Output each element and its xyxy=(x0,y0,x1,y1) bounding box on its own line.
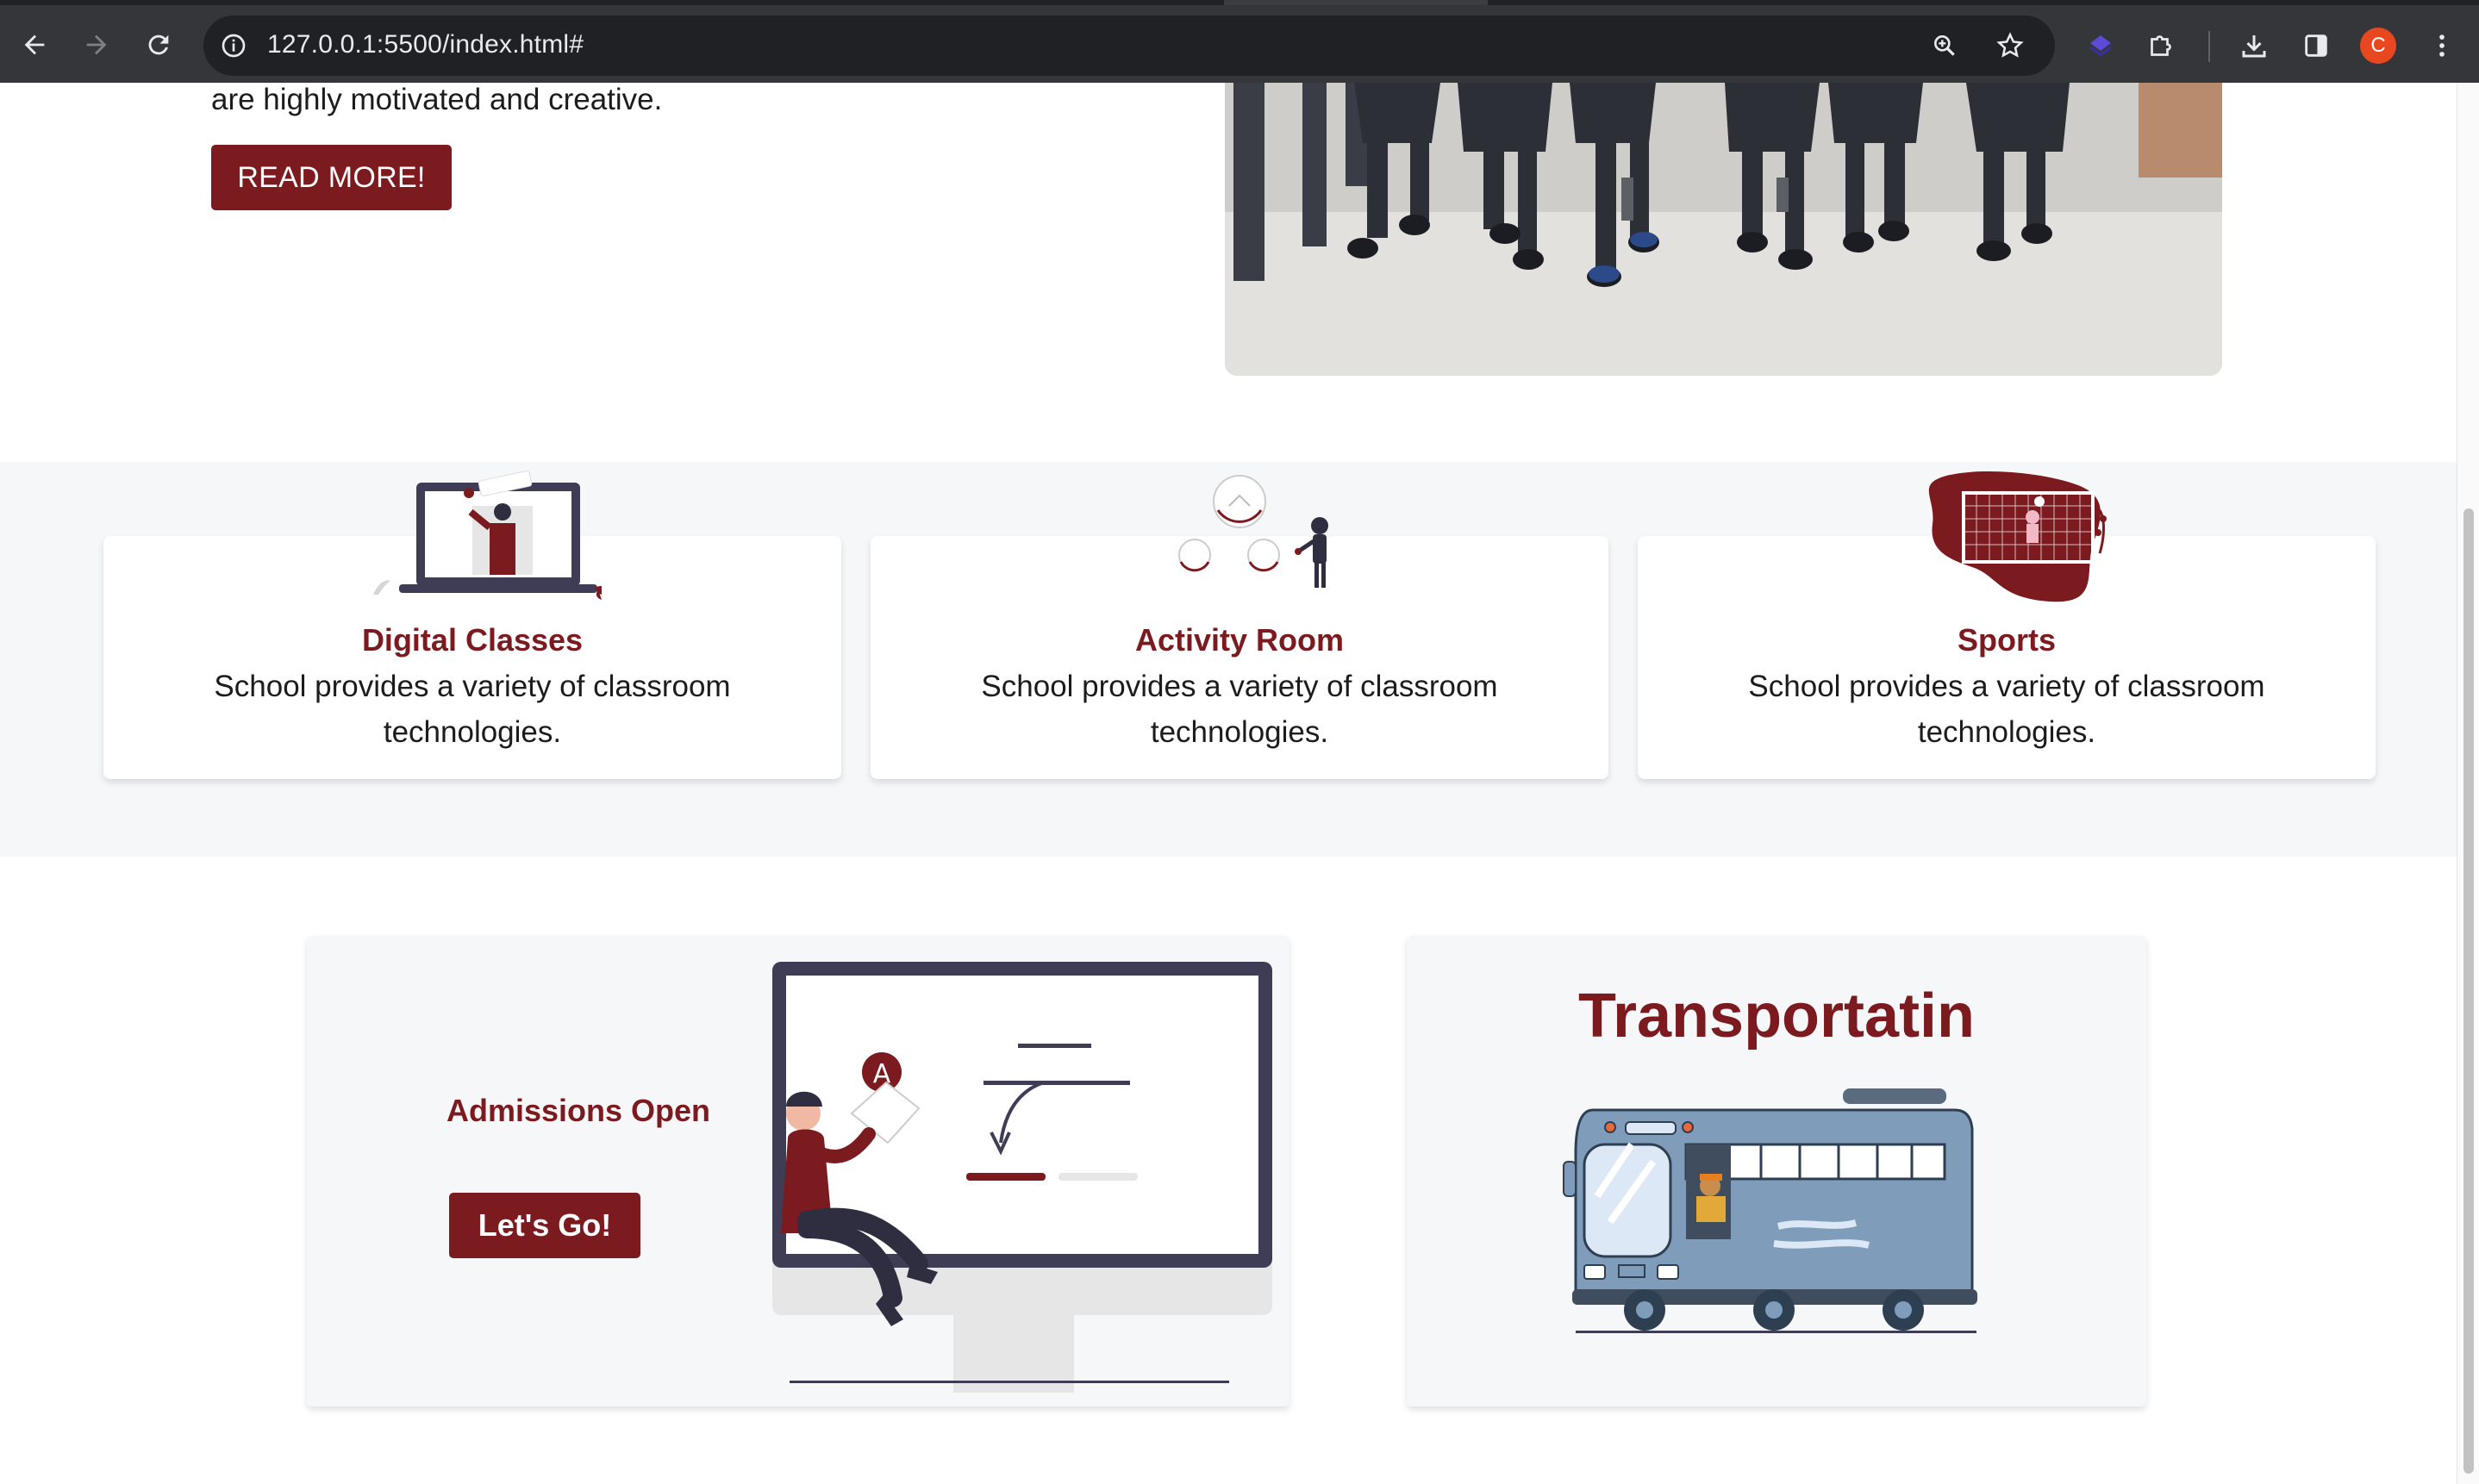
features-section: Digital Classes School provides a variet… xyxy=(0,462,2457,857)
url-text[interactable]: 127.0.0.1:5500/index.html# xyxy=(267,30,584,59)
feature-card-digital-classes[interactable]: Digital Classes School provides a variet… xyxy=(103,471,841,779)
toolbar-separator xyxy=(2208,31,2210,62)
scrollbar-thumb[interactable] xyxy=(2463,508,2474,1474)
back-button[interactable] xyxy=(14,24,55,65)
hero-text: are highly motivated and creative. xyxy=(211,83,663,116)
back-icon xyxy=(24,34,45,55)
feature-title: Activity Room xyxy=(1134,622,1345,658)
browser-toolbar: 127.0.0.1:5500/index.html# C xyxy=(0,0,2479,83)
profile-avatar[interactable]: C xyxy=(2360,28,2396,64)
feature-card-activity-room[interactable]: Activity Room School provides a variety … xyxy=(871,475,1608,779)
feature-description: School provides a variety of classroom t… xyxy=(1748,670,2265,749)
lets-go-button[interactable]: Let's Go! xyxy=(449,1193,640,1258)
menu-icon[interactable] xyxy=(2422,26,2462,65)
students-running-photo xyxy=(1225,83,2222,376)
soccer-goal-icon xyxy=(1928,471,2107,602)
bus-illustration xyxy=(1563,1088,1977,1333)
transportation-card: Transportatin xyxy=(1407,936,2146,1406)
reload-button[interactable] xyxy=(138,24,179,65)
feature-title: Digital Classes xyxy=(361,622,584,658)
reload-icon xyxy=(148,34,169,55)
admissions-card: Admissions Open Let's Go! A xyxy=(307,936,1289,1406)
side-panel-icon[interactable] xyxy=(2296,26,2336,65)
puzzle-icon[interactable] xyxy=(2141,26,2181,65)
download-icon[interactable] xyxy=(2234,26,2274,65)
extension-icon[interactable] xyxy=(2081,26,2120,65)
forward-button[interactable] xyxy=(76,24,117,65)
active-tab-edge xyxy=(1224,0,1488,5)
site-info-icon[interactable] xyxy=(214,26,253,65)
address-bar[interactable]: 127.0.0.1:5500/index.html# xyxy=(203,16,2055,76)
feature-card-sports[interactable]: Sports School provides a variety of clas… xyxy=(1638,471,2376,779)
feature-title: Sports xyxy=(1957,622,2056,658)
activity-circles-icon xyxy=(1178,475,1328,588)
student-monitor-illustration: A xyxy=(772,962,1272,1393)
forward-icon xyxy=(86,34,107,55)
admissions-title: Admissions Open xyxy=(446,1093,711,1128)
page-scrollbar[interactable] xyxy=(2457,83,2479,1484)
transportation-title: Transportatin xyxy=(1577,982,1976,1051)
read-more-button[interactable]: READ MORE! xyxy=(211,145,452,210)
bookmark-star-icon[interactable] xyxy=(1991,27,2029,65)
feature-description: School provides a variety of classroom t… xyxy=(981,670,1498,749)
feature-description: School provides a variety of classroom t… xyxy=(214,670,731,749)
zoom-icon[interactable] xyxy=(1926,27,1964,65)
page-viewport: are highly motivated and creative. READ … xyxy=(0,83,2457,1484)
laptop-teacher-icon xyxy=(373,471,602,600)
